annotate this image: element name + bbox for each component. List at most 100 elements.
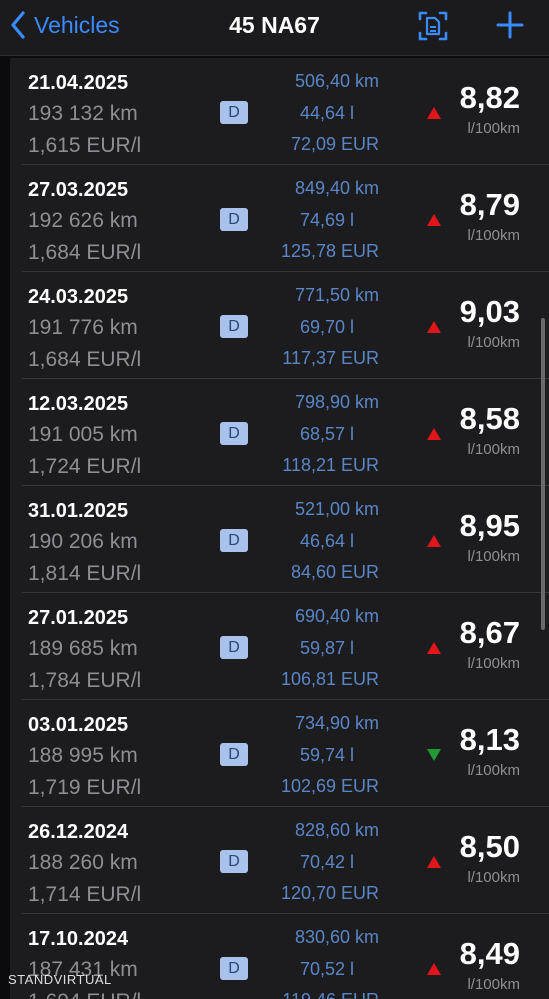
entry-cost: 84,60 EUR xyxy=(290,562,379,582)
add-entry-button[interactable] xyxy=(494,9,526,46)
fuel-entry-row[interactable]: 12.03.2025 191 005 km 1,724 EUR/l D 798,90 k… xyxy=(10,379,549,486)
entry-cost: 125,78 EUR xyxy=(280,241,379,261)
document-scan-icon xyxy=(417,11,449,47)
entry-distance: 690,40 km xyxy=(294,606,379,626)
entry-consumption: 8,79 xyxy=(459,187,520,222)
triangle-up-icon xyxy=(427,962,441,975)
entry-consumption-unit: l/100km xyxy=(467,655,520,672)
triangle-up-icon xyxy=(427,641,441,654)
entry-cost: 102,69 EUR xyxy=(280,776,379,796)
entry-volume: 44,64 l xyxy=(299,103,354,123)
triangle-up-icon xyxy=(427,427,441,440)
fuel-entry-row[interactable]: 21.04.2025 193 132 km 1,615 EUR/l D 506,40 k… xyxy=(10,58,549,165)
entry-volume: 59,87 l xyxy=(299,638,354,658)
back-button-label: Vehicles xyxy=(34,11,120,38)
fuel-entry-row[interactable]: 27.01.2025 189 685 km 1,784 EUR/l D 690,40 k… xyxy=(10,593,549,700)
entry-volume: 59,74 l xyxy=(299,745,354,765)
entry-consumption-unit: l/100km xyxy=(467,227,520,244)
entry-date: 17.10.2024 xyxy=(28,928,129,950)
entry-volume: 69,70 l xyxy=(299,317,354,337)
watermark-label: STANDVIRTUAL xyxy=(8,971,112,987)
entry-consumption-unit: l/100km xyxy=(467,548,520,565)
fuel-type-badge: D xyxy=(220,101,248,124)
entry-volume: 46,64 l xyxy=(299,531,354,551)
entry-distance: 734,90 km xyxy=(294,713,379,733)
entry-consumption: 8,13 xyxy=(459,722,520,757)
entry-consumption: 8,50 xyxy=(459,829,520,864)
fuel-type-badge: D xyxy=(220,743,248,766)
entry-consumption-unit: l/100km xyxy=(467,762,520,779)
entry-cost: 72,09 EUR xyxy=(290,134,379,154)
entry-distance: 828,60 km xyxy=(294,820,379,840)
fuel-type-badge: D xyxy=(220,529,248,552)
entry-odometer: 192 626 km xyxy=(28,209,138,232)
chevron-left-icon xyxy=(10,11,26,39)
entry-consumption: 8,49 xyxy=(459,936,520,971)
entry-price-per-liter: 1,719 EUR/l xyxy=(28,776,142,799)
entry-cost: 106,81 EUR xyxy=(280,669,379,689)
entry-date: 26.12.2024 xyxy=(28,821,129,843)
entry-odometer: 188 260 km xyxy=(28,851,138,874)
entry-date: 03.01.2025 xyxy=(28,714,129,736)
entry-date: 27.01.2025 xyxy=(28,607,129,629)
entry-date: 31.01.2025 xyxy=(28,500,129,522)
entry-distance: 849,40 km xyxy=(294,178,379,198)
fuel-entry-row[interactable]: 03.01.2025 188 995 km 1,719 EUR/l D 734,90 k… xyxy=(10,700,549,807)
scrollbar[interactable] xyxy=(541,318,545,630)
entry-price-per-liter: 1,684 EUR/l xyxy=(28,348,142,371)
entry-cost: 120,70 EUR xyxy=(280,883,379,903)
entry-consumption-unit: l/100km xyxy=(467,869,520,886)
entry-date: 21.04.2025 xyxy=(28,72,129,94)
entry-cost: 119,46 EUR xyxy=(282,990,379,999)
entry-volume: 68,57 l xyxy=(299,424,354,444)
entry-consumption: 8,95 xyxy=(459,508,520,543)
entry-odometer: 191 776 km xyxy=(28,316,138,339)
entry-distance: 506,40 km xyxy=(294,71,379,91)
entry-price-per-liter: 1,814 EUR/l xyxy=(28,562,142,585)
scan-button[interactable] xyxy=(417,9,449,48)
fuel-entry-row[interactable]: 24.03.2025 191 776 km 1,684 EUR/l D 771,50 k… xyxy=(10,272,549,379)
entry-odometer: 191 005 km xyxy=(28,423,138,446)
entry-distance: 830,60 km xyxy=(294,927,379,947)
entry-odometer: 189 685 km xyxy=(28,637,138,660)
entry-distance: 798,90 km xyxy=(294,392,379,412)
entry-distance: 521,00 km xyxy=(294,499,379,519)
entry-price-per-liter: 1,714 EUR/l xyxy=(28,883,142,906)
entry-volume: 70,42 l xyxy=(299,852,354,872)
entry-consumption-unit: l/100km xyxy=(467,120,520,137)
triangle-up-icon xyxy=(427,320,441,333)
fuel-type-badge: D xyxy=(220,636,248,659)
entry-price-per-liter: 1,615 EUR/l xyxy=(28,134,142,157)
fuel-type-badge: D xyxy=(220,957,248,980)
fuel-type-badge: D xyxy=(220,315,248,338)
entry-cost: 117,37 EUR xyxy=(282,348,379,368)
triangle-down-icon xyxy=(427,748,441,761)
entry-date: 27.03.2025 xyxy=(28,179,129,201)
fuel-entries-list[interactable]: 21.04.2025 193 132 km 1,615 EUR/l D 506,40 k… xyxy=(10,58,549,999)
triangle-up-icon xyxy=(427,534,441,547)
entry-consumption: 8,67 xyxy=(459,615,520,650)
fuel-entry-row[interactable]: 31.01.2025 190 206 km 1,814 EUR/l D 521,00 k… xyxy=(10,486,549,593)
entry-volume: 74,69 l xyxy=(299,210,354,230)
plus-icon xyxy=(494,11,526,45)
entry-price-per-liter: 1,684 EUR/l xyxy=(28,241,142,264)
back-button[interactable]: Vehicles xyxy=(10,10,120,40)
entry-consumption-unit: l/100km xyxy=(467,334,520,351)
entry-consumption: 9,03 xyxy=(459,294,520,329)
entry-odometer: 190 206 km xyxy=(28,530,138,553)
entry-price-per-liter: 1,784 EUR/l xyxy=(28,669,142,692)
entry-date: 24.03.2025 xyxy=(28,286,129,308)
entry-price-per-liter: 1,694 EUR/l xyxy=(28,990,141,999)
entry-odometer: 188 995 km xyxy=(28,744,138,767)
entry-consumption-unit: l/100km xyxy=(467,976,520,993)
fuel-entry-row[interactable]: 26.12.2024 188 260 km 1,714 EUR/l D 828,60 k… xyxy=(10,807,549,914)
fuel-entry-row[interactable]: 27.03.2025 192 626 km 1,684 EUR/l D 849,40 k… xyxy=(10,165,549,272)
navigation-bar: Vehicles 45 NA67 xyxy=(0,0,549,56)
entry-cost: 118,21 EUR xyxy=(282,455,379,475)
triangle-up-icon xyxy=(427,855,441,868)
entry-odometer: 193 132 km xyxy=(28,102,138,125)
fuel-type-badge: D xyxy=(220,850,248,873)
triangle-up-icon xyxy=(427,213,441,226)
entry-consumption: 8,58 xyxy=(459,401,520,436)
fuel-type-badge: D xyxy=(220,422,248,445)
